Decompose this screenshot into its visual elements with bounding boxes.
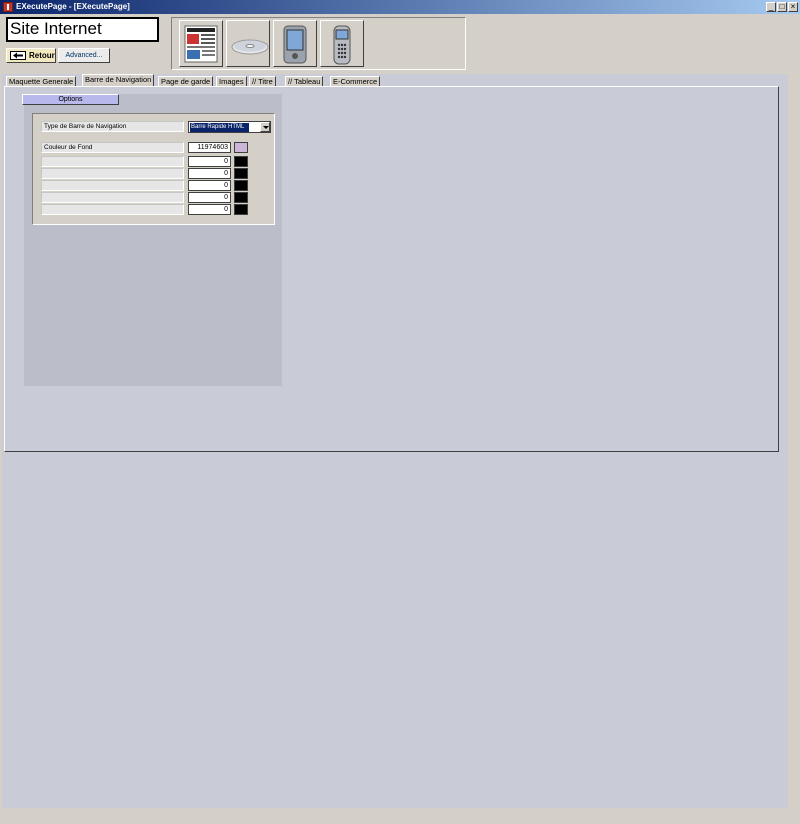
color-row-label (41, 168, 184, 179)
pda-mode-button[interactable] (273, 20, 317, 67)
nav-type-select[interactable]: Barre Rapide HTML (188, 121, 271, 133)
nav-type-value: Barre Rapide HTML (190, 123, 249, 132)
status-strip (2, 808, 788, 822)
color-value-field[interactable]: 0 (188, 192, 231, 203)
print-mode-button[interactable] (179, 20, 223, 67)
options-button[interactable]: Options (22, 94, 119, 105)
bg-color-label: Couleur de Fond (41, 142, 184, 153)
vertical-frame (788, 14, 798, 822)
color-swatch[interactable] (234, 192, 248, 203)
color-row-label (41, 180, 184, 191)
app-icon (3, 2, 13, 12)
newspaper-page-icon (184, 25, 218, 63)
media-toolbar (171, 17, 466, 70)
color-value-field[interactable]: 0 (188, 180, 231, 191)
cd-disc-icon (231, 39, 269, 55)
pda-device-icon (283, 25, 307, 64)
window-titlebar: EXecutePage - [EXecutePage] _ □ × (0, 0, 800, 14)
color-row-label (41, 192, 184, 203)
maximize-button[interactable]: □ (777, 2, 787, 12)
color-value-field[interactable]: 0 (188, 168, 231, 179)
color-swatch[interactable] (234, 168, 248, 179)
cd-mode-button[interactable] (226, 20, 270, 67)
retour-button[interactable]: Retour (6, 48, 56, 63)
color-row-label (41, 156, 184, 167)
color-value-field[interactable]: 0 (188, 204, 231, 215)
color-swatch[interactable] (234, 180, 248, 191)
window-title: EXecutePage - [EXecutePage] (16, 2, 130, 11)
back-arrow-icon (10, 51, 26, 60)
chevron-down-icon[interactable] (260, 122, 270, 132)
minimize-button[interactable]: _ (766, 2, 776, 12)
nav-type-label: Type de Barre de Navigation (41, 121, 184, 132)
color-swatch[interactable] (234, 204, 248, 215)
bg-color-field[interactable]: 11974603 (188, 142, 231, 153)
advanced-button[interactable]: Advanced... (58, 48, 110, 63)
mobile-mode-button[interactable] (320, 20, 364, 67)
close-button[interactable]: × (788, 2, 798, 12)
mobile-phone-icon (333, 25, 351, 65)
retour-label: Retour (29, 51, 55, 60)
color-value-field[interactable]: 0 (188, 156, 231, 167)
site-title-field: Site Internet (6, 17, 159, 42)
color-swatch[interactable] (234, 156, 248, 167)
bg-color-swatch[interactable] (234, 142, 248, 153)
color-row-label (41, 204, 184, 215)
